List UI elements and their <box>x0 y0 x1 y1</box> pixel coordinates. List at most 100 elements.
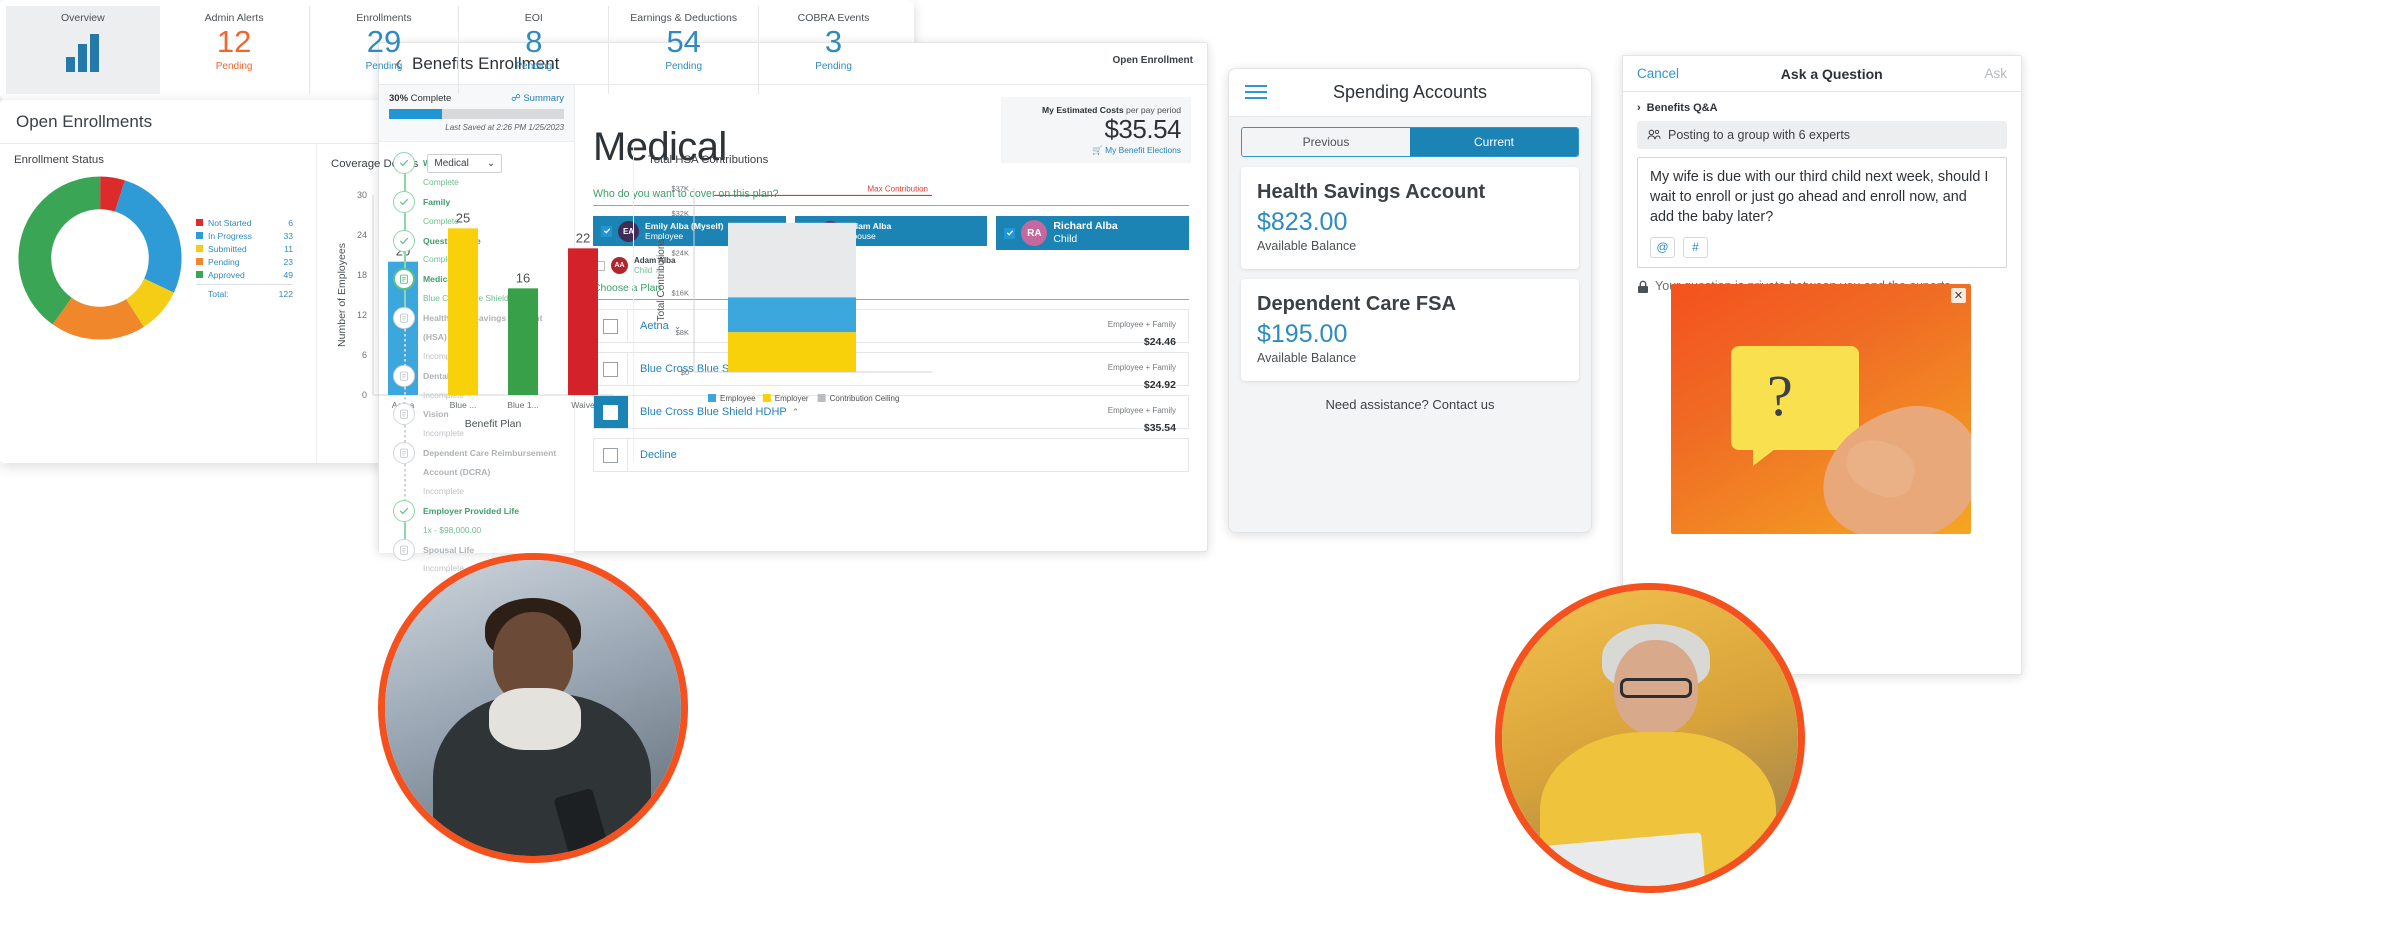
estimated-cost-box: My Estimated Costs per pay period $35.54… <box>1001 97 1191 164</box>
breadcrumb[interactable]: › Benefits Q&A <box>1623 92 2021 121</box>
legend-label: Pending <box>208 256 240 267</box>
check-circle-icon <box>393 229 415 252</box>
group-label: Posting to a group with 6 experts <box>1668 128 1851 142</box>
account-name: Dependent Care FSA <box>1257 293 1456 315</box>
legend-value: 23 <box>283 256 293 267</box>
tab-current[interactable]: Current <box>1410 128 1578 156</box>
legend-label: Submitted <box>208 243 247 254</box>
employee-bar <box>728 297 856 333</box>
metric-overview[interactable]: Overview <box>6 6 160 94</box>
check-icon <box>399 159 409 167</box>
legend-value: 6 <box>288 217 293 228</box>
plan-cost: Employee + Family $24.92 <box>1108 353 1188 391</box>
clipboard-icon <box>400 313 408 323</box>
metric-status: Pending <box>215 60 253 72</box>
ask-submit-button[interactable]: Ask <box>1984 66 2007 81</box>
legend-item-pending: Pending 23 <box>196 257 293 267</box>
check-icon <box>399 198 409 206</box>
close-icon[interactable]: ✕ <box>1951 288 1966 303</box>
legend-value: 11 <box>284 243 293 254</box>
ask-title: Ask a Question <box>1780 65 1883 82</box>
coverage-bar-chart: 061218243020Aetna25Blue ...16Blue 1...22… <box>336 190 613 430</box>
metric-status: Pending <box>815 60 852 72</box>
period-toggle[interactable]: Previous Current <box>1241 127 1579 157</box>
metric-label: Overview <box>60 12 105 24</box>
svg-text:$32K: $32K <box>671 209 689 218</box>
plan-tier: Employee + Family <box>1107 320 1176 330</box>
legend-value: 49 <box>283 269 293 280</box>
plan-cost: Employee + Family $35.54 <box>1107 396 1188 434</box>
metric-enrollments[interactable]: Enrollments 29 Pending <box>310 6 460 94</box>
account-balance: $195.00 <box>1257 320 1348 348</box>
legend-swatch <box>196 232 203 239</box>
summary-link[interactable]: ☍ Summary <box>511 93 564 104</box>
plan-price: $35.54 <box>1143 422 1176 435</box>
clipboard-icon <box>400 409 408 420</box>
step-name: Employer Provided Life <box>423 505 519 516</box>
metric-status: Pending <box>515 60 553 72</box>
clipboard-icon <box>400 448 408 458</box>
mention-button[interactable]: @ <box>1650 236 1675 258</box>
coverage-select[interactable]: Medical ⌄ <box>427 154 503 173</box>
clipboard-icon <box>393 538 415 561</box>
plan-cost: Employee + Family $24.46 <box>1107 310 1188 348</box>
legend-label: In Progress <box>208 230 252 241</box>
svg-text:16: 16 <box>516 270 530 285</box>
legend-swatch <box>196 271 203 278</box>
check-circle-icon <box>393 499 415 522</box>
bar-Blue1 <box>508 288 538 395</box>
legend-label: Not Started <box>208 217 252 228</box>
svg-text:Blue 1...: Blue 1... <box>507 400 539 410</box>
panel-hsa-contributions: Total HSA Contributions $0 $8K $16K $24K $32… <box>633 144 950 463</box>
legend-swatch <box>196 245 203 252</box>
account-caption: Available Balance <box>1257 351 1357 365</box>
speech-bubble-shape <box>1731 346 1859 466</box>
metric-admin-alerts[interactable]: Admin Alerts 12 Pending <box>160 6 310 94</box>
svg-text:25: 25 <box>456 210 470 225</box>
enrollment-step-employer-provided-life[interactable]: Employer Provided Life 1x - $98,000.00 <box>379 499 574 541</box>
metric-cobra-events[interactable]: COBRA Events 3 Pending <box>759 6 908 94</box>
clipboard-icon <box>393 442 415 465</box>
legend-total-label: Total: <box>208 288 229 299</box>
metric-label: COBRA Events <box>797 12 870 24</box>
person-role: Child <box>1053 233 1078 245</box>
ask-a-question-window: Cancel Ask a Question Ask › Benefits Q&A… <box>1622 55 2022 675</box>
panel-coverage-details: Coverage Details Medical ⌄ 061218243020A… <box>316 144 633 463</box>
cancel-button[interactable]: Cancel <box>1637 66 1679 81</box>
clipboard-icon <box>400 274 408 285</box>
metric-earnings-deductions[interactable]: Earnings & Deductions 54 Pending <box>609 6 760 94</box>
hashtag-button[interactable]: # <box>1683 236 1708 258</box>
assistance-text[interactable]: Need assistance? Contact us <box>1229 397 1591 412</box>
checkbox-checked-icon[interactable] <box>1004 227 1016 239</box>
tab-previous[interactable]: Previous <box>1242 128 1410 156</box>
open-enrollment-badge: Open Enrollment <box>1112 55 1193 66</box>
account-card-hsa[interactable]: Health Savings Account $823.00 Available… <box>1241 167 1579 269</box>
progress-label: 30% Complete <box>389 93 452 104</box>
metric-eoi[interactable]: EOI 8 Pending <box>459 6 610 94</box>
covered-person-ra-child[interactable]: RA Richard Alba Child <box>996 216 1190 250</box>
employer-bar <box>728 332 856 372</box>
chevron-down-icon: ⌄ <box>486 158 496 169</box>
bar-Waive <box>568 248 598 395</box>
question-mark-glyph: ? <box>1767 363 1793 428</box>
svg-text:Waive: Waive <box>571 400 595 410</box>
spending-topbar: Spending Accounts <box>1229 69 1591 117</box>
open-enrollments-dashboard: Open Enrollments Enrollment Window: 12/1… <box>0 100 950 463</box>
my-benefit-elections-link[interactable]: 🛒 My Benefit Elections <box>1011 145 1181 156</box>
svg-text:Blue ...: Blue ... <box>450 400 477 410</box>
account-card-dcfsa[interactable]: Dependent Care FSA $195.00 Available Bal… <box>1241 279 1579 381</box>
lock-icon <box>1638 280 1648 293</box>
legend-total-value: 122 <box>278 288 293 299</box>
metric-label: Earnings & Deductions <box>630 12 738 24</box>
legend-item-in-progress: In Progress 33 <box>196 231 293 241</box>
advertisement-banner[interactable]: ✕ ? <box>1671 284 1971 534</box>
legend-item-not-started: Not Started 6 <box>196 218 293 228</box>
legend-item-submitted: Submitted 11 <box>196 244 293 254</box>
plan-tier: Employee + Family <box>1107 406 1176 416</box>
dashboard-panels: Enrollment Status Not Started 6 In Progres… <box>0 144 950 463</box>
metric-status: Pending <box>365 60 403 72</box>
clipboard-icon <box>400 545 408 555</box>
hamburger-icon[interactable] <box>1245 85 1267 103</box>
posting-group-banner[interactable]: Posting to a group with 6 experts <box>1637 121 2007 149</box>
question-input[interactable]: My wife is due with our third child next… <box>1637 157 2007 268</box>
